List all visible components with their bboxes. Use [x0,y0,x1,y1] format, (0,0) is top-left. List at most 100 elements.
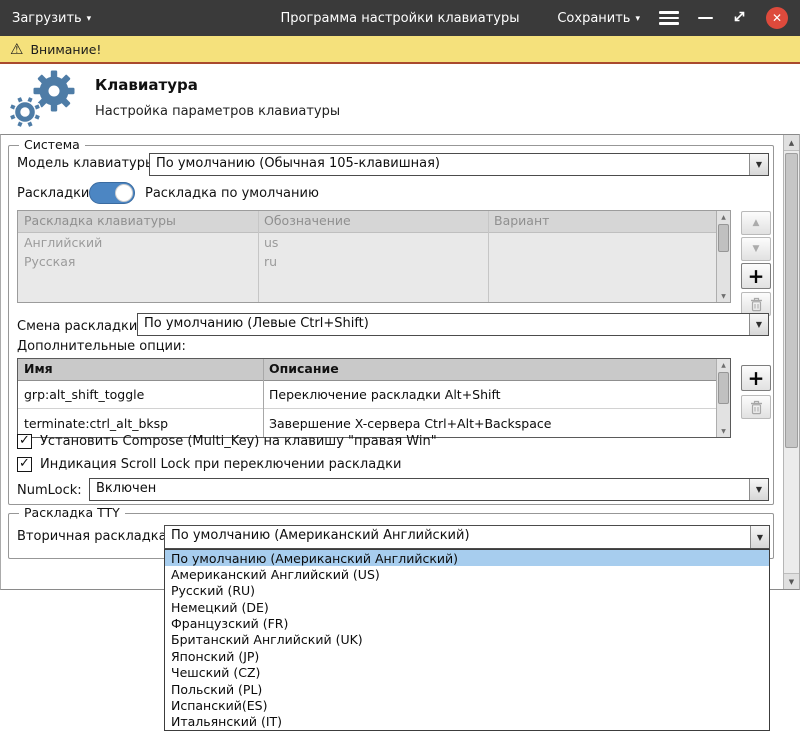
minimize-button[interactable] [698,11,713,25]
menu-icon[interactable] [659,11,679,25]
scroll-down-icon[interactable]: ▼ [717,425,730,437]
close-icon: ✕ [772,11,782,25]
titlebar-controls: Сохранить ▾ ✕ [557,7,788,29]
col-header-variant: Вариант [488,211,730,232]
keyboard-model-label: Модель клавиатуры: [17,156,160,171]
settings-scroll-area: Система Модель клавиатуры: По умолчанию … [0,134,800,590]
secondary-layout-dropdown: По умолчанию (Американский Английский) А… [164,549,770,731]
dropdown-option[interactable]: Американский Английский (US) [165,566,769,582]
dropdown-option[interactable]: По умолчанию (Американский Английский) [165,550,769,566]
scroll-up-icon[interactable]: ▲ [784,135,799,151]
check-icon: ✓ [19,433,30,448]
col-header-layout: Раскладка клавиатуры [18,211,258,232]
switch-key-value: По умолчанию (Левые Ctrl+Shift) [138,314,749,335]
scrollbar-thumb[interactable] [718,224,729,252]
combo-arrow-icon: ▼ [756,485,762,494]
layouts-table-scrollbar[interactable]: ▲ ▼ [716,211,730,302]
dropdown-option[interactable]: Чешский (CZ) [165,665,769,681]
scroll-up-icon[interactable]: ▲ [717,359,730,371]
table-row[interactable]: Русская ru [18,252,730,271]
caret-down-icon: ▾ [635,13,640,24]
dropdown-option[interactable]: Французский (FR) [165,615,769,631]
add-layout-button[interactable]: + [741,263,771,289]
trash-icon [750,297,763,312]
dropdown-option[interactable]: Испанский(ES) [165,697,769,713]
load-menu-button[interactable]: Загрузить ▾ [12,11,91,26]
scroll-up-icon[interactable]: ▲ [717,211,730,223]
delete-option-button[interactable] [741,395,771,419]
caret-down-icon: ▾ [87,13,92,24]
page-header: Клавиатура Настройка параметров клавиату… [0,64,800,134]
secondary-layout-select[interactable]: По умолчанию (Американский Английский) ▼ [164,525,770,549]
keyboard-model-value: По умолчанию (Обычная 105-клавишная) [150,154,749,175]
extra-options-table: Имя Описание grp:alt_shift_toggle Перекл… [17,358,731,438]
scroll-down-icon[interactable]: ▼ [784,573,799,589]
system-group: Система Модель клавиатуры: По умолчанию … [8,145,774,505]
combo-arrow-button[interactable]: ▼ [749,314,768,335]
gears-icon [6,67,84,133]
options-table-scrollbar[interactable]: ▲ ▼ [716,359,730,437]
table-row[interactable]: Английский us [18,233,730,252]
up-arrow-icon: ▲ [753,218,760,228]
dropdown-option[interactable]: Японский (JP) [165,648,769,664]
layouts-label: Раскладки: [17,186,94,201]
warning-bar: ⚠ Внимание! [0,36,800,64]
scrolllock-checkbox[interactable]: ✓ [17,457,32,472]
save-menu-label: Сохранить [557,11,630,26]
numlock-label: NumLock: [17,483,82,498]
load-menu-label: Загрузить [12,11,82,26]
expand-icon [732,9,747,24]
dropdown-option[interactable]: Итальянский (IT) [165,714,769,730]
switch-key-select[interactable]: По умолчанию (Левые Ctrl+Shift) ▼ [137,313,769,336]
scrolllock-checkbox-label: Индикация Scroll Lock при переключении р… [40,457,401,472]
layouts-table: Раскладка клавиатуры Обозначение Вариант… [17,210,731,303]
titlebar: Загрузить ▾ Программа настройки клавиату… [0,0,800,36]
table-row[interactable]: grp:alt_shift_toggle Переключение раскла… [18,381,730,409]
switch-key-label: Смена раскладки: [17,319,142,334]
dropdown-option[interactable]: Польский (PL) [165,681,769,697]
move-layout-down-button[interactable]: ▼ [741,237,771,261]
layouts-table-header: Раскладка клавиатуры Обозначение Вариант [18,211,730,233]
dropdown-option[interactable]: Британский Английский (UK) [165,632,769,648]
dropdown-option[interactable]: Русский (RU) [165,583,769,599]
compose-check-row: ✓ Установить Compose (Multi_Key) на клав… [17,434,437,449]
system-group-legend: Система [19,137,85,152]
options-table-header: Имя Описание [18,359,730,381]
dropdown-option[interactable]: Немецкий (DE) [165,599,769,615]
compose-checkbox[interactable]: ✓ [17,434,32,449]
scrollbar-thumb[interactable] [785,153,798,448]
save-menu-button[interactable]: Сохранить ▾ [557,11,640,26]
col-header-description: Описание [263,359,730,380]
combo-arrow-button[interactable]: ▼ [749,154,768,175]
scroll-down-icon[interactable]: ▼ [717,290,730,302]
combo-arrow-button[interactable]: ▼ [749,479,768,500]
tty-group-legend: Раскладка TTY [19,505,125,520]
keyboard-model-select[interactable]: По умолчанию (Обычная 105-клавишная) ▼ [149,153,769,176]
app-window: Загрузить ▾ Программа настройки клавиату… [0,0,800,733]
scrollbar-thumb[interactable] [718,372,729,404]
down-arrow-icon: ▼ [753,244,760,254]
close-button[interactable]: ✕ [766,7,788,29]
check-icon: ✓ [19,456,30,471]
col-header-code: Обозначение [258,211,488,232]
secondary-layout-label: Вторичная раскладка: [17,529,171,544]
table-row[interactable]: terminate:ctrl_alt_bksp Завершение X-сер… [18,409,730,437]
combo-arrow-icon: ▼ [756,160,762,169]
combo-arrow-icon: ▼ [756,320,762,329]
main-scrollbar[interactable]: ▲ ▼ [783,135,799,589]
combo-arrow-icon: ▼ [757,533,763,542]
trash-icon [750,400,763,415]
add-option-button[interactable]: + [741,365,771,391]
page-subtitle: Настройка параметров клавиатуры [95,104,340,119]
warning-text: Внимание! [30,42,101,57]
combo-arrow-button[interactable]: ▼ [750,526,769,548]
default-layout-toggle[interactable] [89,182,135,204]
default-layout-toggle-label: Раскладка по умолчанию [145,186,319,201]
maximize-button[interactable] [732,9,747,28]
move-layout-up-button[interactable]: ▲ [741,211,771,235]
secondary-layout-value: По умолчанию (Американский Английский) [165,526,750,548]
numlock-select[interactable]: Включен ▼ [89,478,769,501]
plus-icon: + [748,366,765,390]
compose-checkbox-label: Установить Compose (Multi_Key) на клавиш… [40,434,437,449]
page-title: Клавиатура [95,76,198,94]
